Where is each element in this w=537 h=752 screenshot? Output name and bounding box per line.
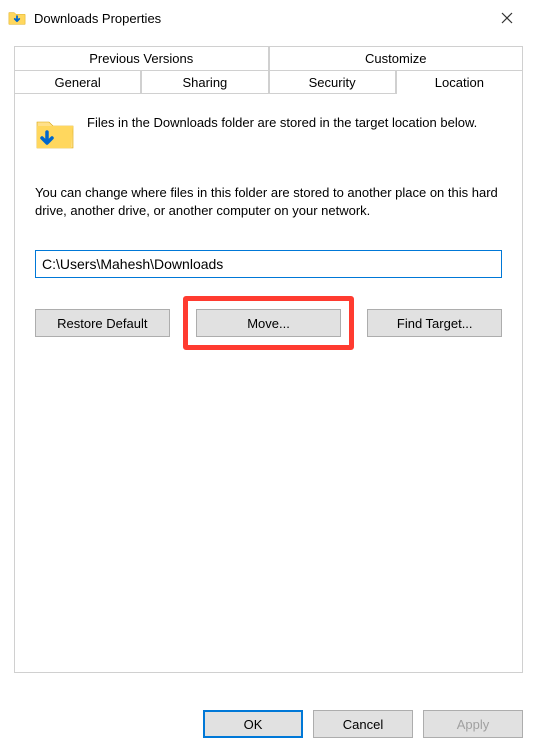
- ok-button[interactable]: OK: [203, 710, 303, 738]
- dialog-buttons: OK Cancel Apply: [203, 710, 523, 738]
- tab-previous-versions[interactable]: Previous Versions: [14, 46, 269, 70]
- description-text-1: Files in the Downloads folder are stored…: [87, 114, 477, 154]
- downloads-folder-icon: [8, 9, 26, 27]
- apply-button[interactable]: Apply: [423, 710, 523, 738]
- restore-default-button[interactable]: Restore Default: [35, 309, 170, 337]
- close-icon: [501, 12, 513, 24]
- cancel-button[interactable]: Cancel: [313, 710, 413, 738]
- location-panel: Files in the Downloads folder are stored…: [14, 93, 523, 673]
- find-target-button[interactable]: Find Target...: [367, 309, 502, 337]
- move-button[interactable]: Move...: [196, 309, 342, 337]
- action-buttons: Restore Default Move... Find Target...: [35, 296, 502, 350]
- downloads-folder-large-icon: [35, 114, 75, 154]
- tab-general[interactable]: General: [14, 70, 141, 94]
- tab-customize[interactable]: Customize: [269, 46, 524, 70]
- close-button[interactable]: [485, 3, 529, 33]
- description-text-2: You can change where files in this folde…: [35, 184, 502, 220]
- move-button-highlight: Move...: [183, 296, 355, 350]
- tab-sharing[interactable]: Sharing: [141, 70, 268, 94]
- location-path-input[interactable]: [35, 250, 502, 278]
- tab-location[interactable]: Location: [396, 70, 523, 94]
- titlebar: Downloads Properties: [0, 0, 537, 36]
- tabs: Previous Versions Customize General Shar…: [14, 46, 523, 94]
- window-title: Downloads Properties: [34, 11, 485, 26]
- tab-security[interactable]: Security: [269, 70, 396, 94]
